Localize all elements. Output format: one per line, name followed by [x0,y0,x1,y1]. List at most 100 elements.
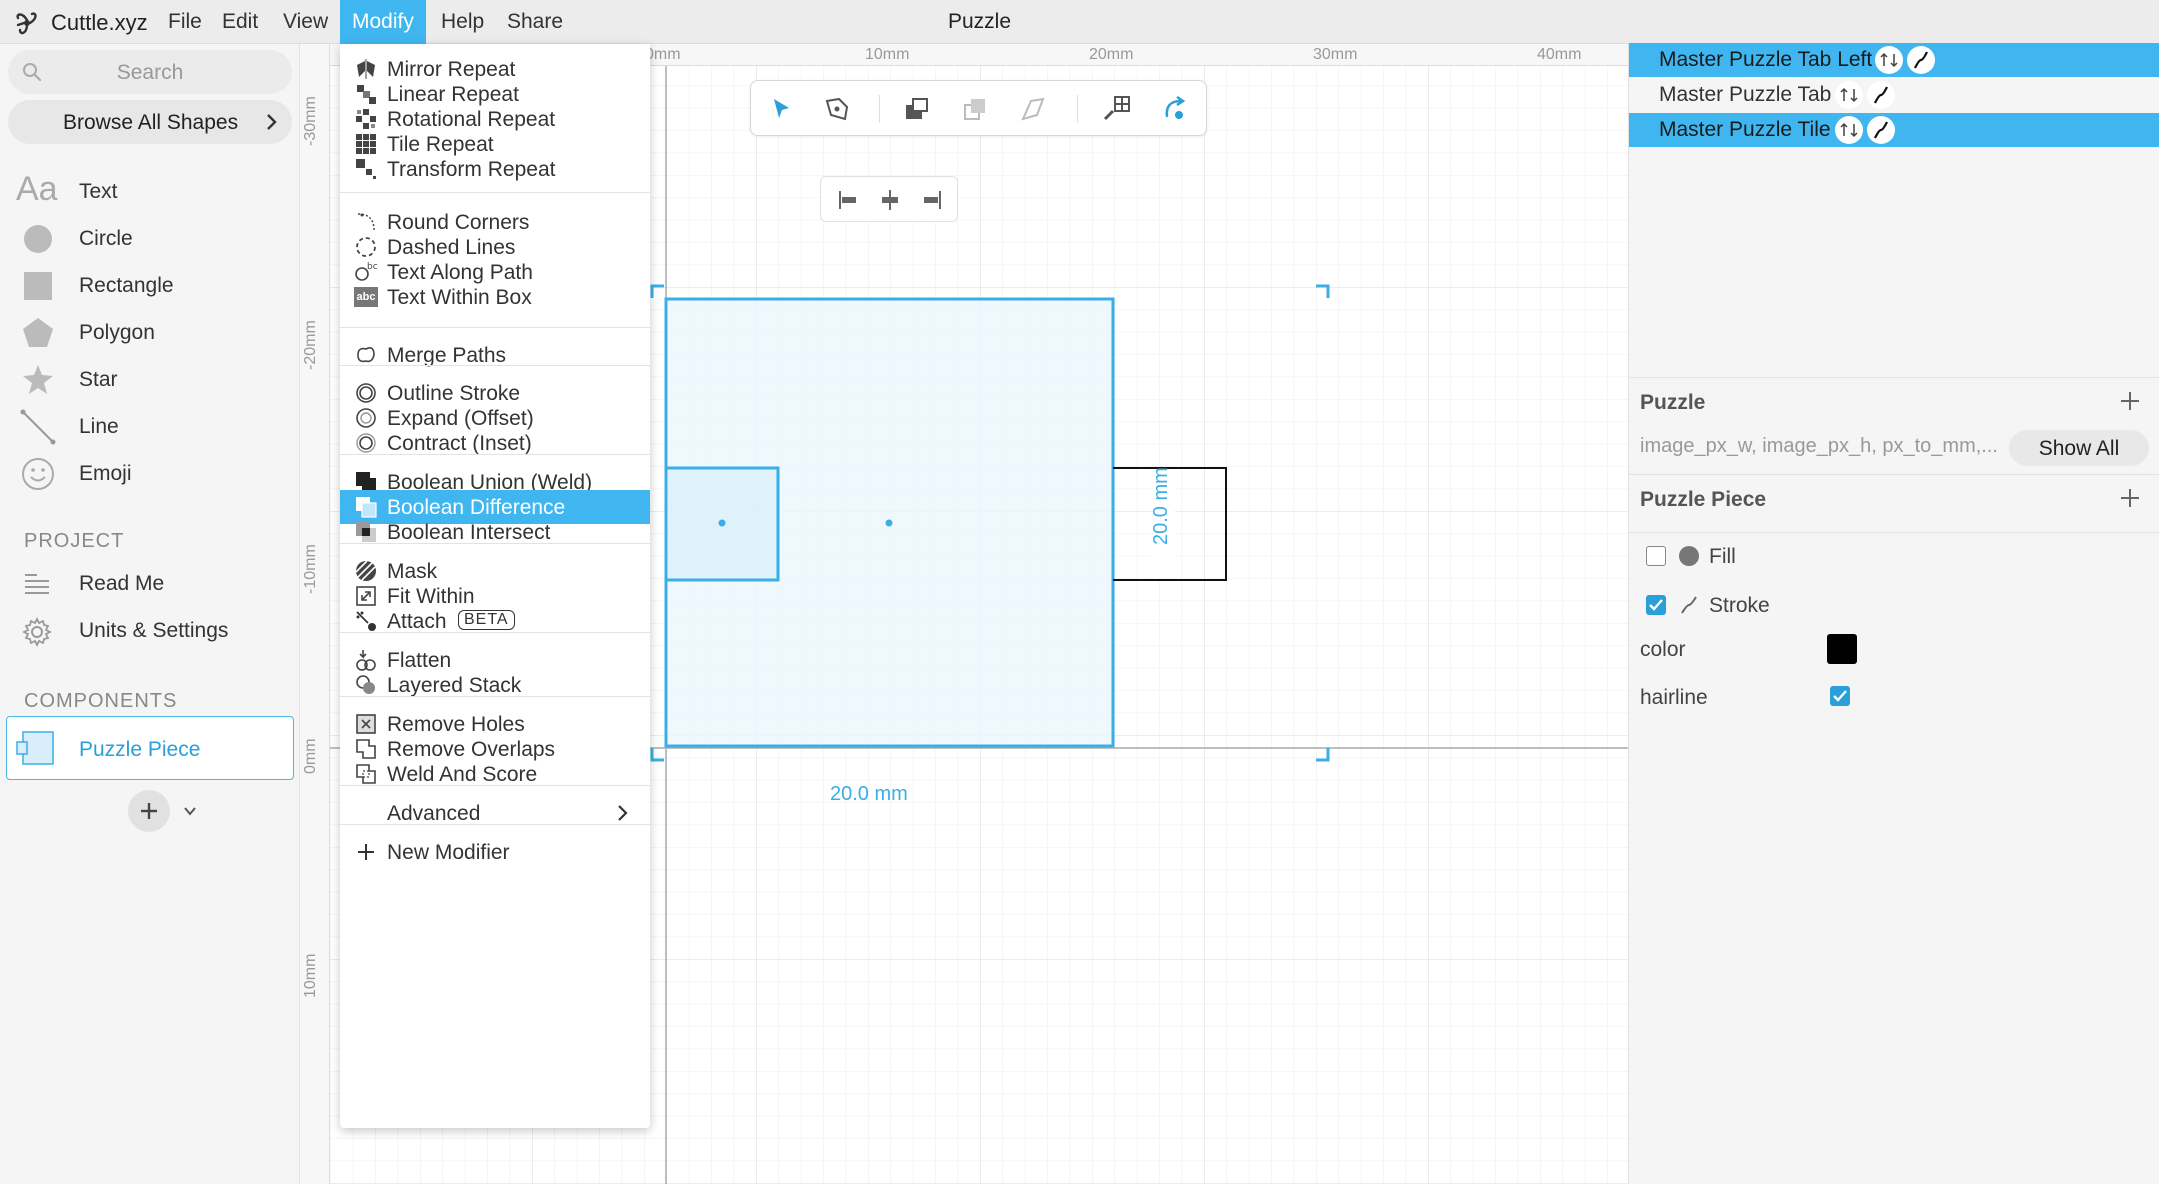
cuttle-logo-icon [16,12,37,35]
ruler-label: -20mm [302,320,319,370]
menubar: Cuttle.xyz File Edit View Modify Help Sh… [0,0,2159,44]
show-all-button[interactable]: Show All [2009,430,2149,466]
boolean-intersect-icon [356,522,376,542]
puzzle-section-title: Puzzle [1640,391,1706,414]
repeat-badge-icon[interactable] [1835,116,1863,144]
text-within-box-icon: abc [354,287,378,307]
repeat-badge-icon[interactable] [1835,81,1863,109]
menu-share[interactable]: Share [497,0,573,44]
fill-circle-icon [1679,546,1699,566]
color-label: color [1640,638,1686,661]
shape-item-star[interactable]: Star [0,356,300,402]
project-item-read-me[interactable]: Read Me [0,560,300,606]
layer-master-puzzle-tab-left[interactable]: Master Puzzle Tab Left [1629,43,2159,77]
menu-modify[interactable]: Modify [340,0,426,44]
panel-divider [1629,377,2159,378]
hairline-checkbox[interactable] [1830,686,1850,706]
menu-edit[interactable]: Edit [212,0,268,44]
puzzle-piece-section-title: Puzzle Piece [1640,488,1767,511]
add-parameter-plus-icon[interactable] [2119,390,2141,412]
menu-item-merge-paths[interactable]: Merge Paths [340,338,650,372]
modify-dropdown-menu: Mirror Repeat Linear Repeat Rotational R… [340,44,650,1128]
rotate-tool-icon[interactable] [1159,93,1191,125]
attach-icon [356,611,376,631]
chevron-down-icon[interactable] [182,804,198,818]
layered-stack-icon [356,675,375,694]
toolbar-separator [1077,95,1078,123]
align-bar [820,176,958,222]
shape-item-text[interactable]: Aa Text [0,168,300,214]
project-item-label: Units & Settings [79,619,229,642]
menu-view[interactable]: View [273,0,338,44]
add-component-button[interactable] [128,790,170,832]
shape-item-emoji[interactable]: Emoji [0,450,300,496]
stroke-checkbox[interactable] [1646,595,1666,615]
ruler-label: 40mm [1537,46,1582,63]
layer-label: Master Puzzle Tab Left [1659,48,1873,71]
chevron-right-icon [267,114,277,130]
dimension-width-label[interactable]: 20.0 mm [830,783,908,806]
rectangle-icon [24,272,52,300]
layer-master-puzzle-tab[interactable]: Master Puzzle Tab [1629,78,2159,112]
ruler-label: 20mm [1089,46,1134,63]
shape-label: Circle [79,227,133,250]
emoji-icon [22,458,54,490]
app-name[interactable]: Cuttle.xyz [51,10,148,36]
stroke-label: Stroke [1709,594,1770,617]
menu-item-new-modifier[interactable]: New Modifier [340,835,650,869]
menu-item-label: Transform Repeat [387,158,556,181]
component-puzzle-piece[interactable]: Puzzle Piece [6,716,294,780]
text-icon: Aa [16,170,58,208]
menu-file[interactable]: File [158,0,212,44]
duplicate-icon[interactable] [959,93,991,125]
ruler-label: 10mm [302,953,319,998]
fill-checkbox[interactable] [1646,546,1666,566]
shape-label: Polygon [79,321,155,344]
layer-master-puzzle-tile[interactable]: Master Puzzle Tile [1629,113,2159,147]
menu-item-label: New Modifier [387,841,510,864]
shape-item-rectangle[interactable]: Rectangle [0,262,300,308]
gear-icon [22,617,52,647]
project-item-units-settings[interactable]: Units & Settings [0,607,300,653]
pen-tool-icon[interactable] [821,93,853,125]
menu-item-label: Contract (Inset) [387,432,532,455]
stroke-badge-icon[interactable] [1907,46,1935,74]
circle-icon [24,225,52,253]
shape-item-polygon[interactable]: Polygon [0,309,300,355]
shape-label: Star [79,368,118,391]
repeat-badge-icon[interactable] [1875,46,1903,74]
send-backward-icon[interactable] [1017,93,1049,125]
shape-item-circle[interactable]: Circle [0,215,300,261]
stroke-color-swatch[interactable] [1827,634,1857,664]
left-sidebar: Search Browse All Shapes Aa Text Circle … [0,44,300,1184]
menu-separator [340,632,650,633]
menu-item-transform-repeat[interactable]: Transform Repeat [340,152,650,186]
toolbar-separator [879,95,880,123]
menu-help[interactable]: Help [431,0,494,44]
menu-item-text-within-box[interactable]: abc Text Within Box [340,280,650,314]
document-title[interactable]: Puzzle [948,10,1011,34]
browse-label: Browse All Shapes [63,111,239,134]
puzzle-parameters[interactable]: image_px_w, image_px_h, px_to_mm,... [1640,435,1998,458]
menu-separator [340,192,650,193]
align-left-icon[interactable] [837,188,861,212]
menu-item-label: Boolean Intersect [387,521,551,544]
align-right-icon[interactable] [919,188,943,212]
component-label: Puzzle Piece [79,738,201,761]
add-style-plus-icon[interactable] [2119,487,2141,509]
canvas-toolbar [750,80,1207,136]
align-center-icon[interactable] [878,188,902,212]
fill-label: Fill [1709,545,1736,568]
search-placeholder: Search [116,61,184,84]
layer-label: Master Puzzle Tab [1659,83,1832,106]
stroke-badge-icon[interactable] [1867,81,1895,109]
bring-forward-icon[interactable] [901,93,933,125]
search-input[interactable]: Search [8,50,292,94]
select-arrow-icon[interactable] [765,93,797,125]
dimension-height-label[interactable]: 20.0 mm [1150,467,1173,545]
link-repeat-icon[interactable] [1101,93,1133,125]
stroke-badge-icon[interactable] [1867,116,1895,144]
browse-all-shapes-button[interactable]: Browse All Shapes [8,100,292,144]
shape-item-line[interactable]: Line [0,403,300,449]
menu-item-label: Weld And Score [387,763,538,786]
